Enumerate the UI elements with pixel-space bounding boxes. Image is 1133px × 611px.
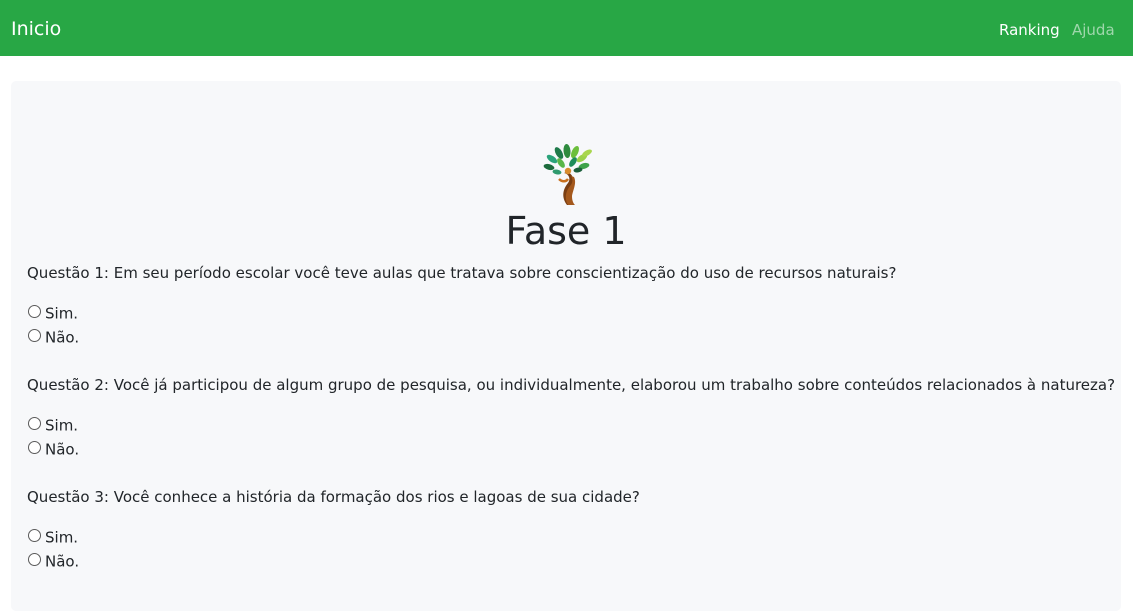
nav-link-ajuda[interactable]: Ajuda [1072,19,1115,41]
nav-link-ranking[interactable]: Ranking [999,19,1060,41]
question-1-option-sim[interactable]: Sim. [28,303,78,323]
option-label: Sim. [45,416,79,435]
radio-button[interactable] [28,305,41,318]
option-label: Não. [45,440,80,459]
question-2-option-sim[interactable]: Sim. [28,415,78,435]
option-label: Não. [45,328,80,347]
option-label: Não. [45,552,80,571]
radio-button[interactable] [28,529,41,542]
question-3-option-sim[interactable]: Sim. [28,527,78,547]
radio-button[interactable] [28,329,41,342]
radio-button[interactable] [28,417,41,430]
question-3-text: Questão 3: Você conhece a história da fo… [27,488,640,506]
quiz-panel: Fase 1 Questão 1: Em seu período escolar… [11,81,1121,611]
option-label: Sim. [45,528,79,547]
question-3-option-nao[interactable]: Não. [28,551,79,571]
question-2-option-nao[interactable]: Não. [28,439,79,459]
option-label: Sim. [45,304,79,323]
phase-title: Fase 1 [505,209,627,253]
radio-button[interactable] [28,553,41,566]
question-1-option-nao[interactable]: Não. [28,327,79,347]
brand-home-link[interactable]: Inicio [11,16,61,42]
top-navbar: Inicio Ranking Ajuda [0,0,1133,56]
tree-logo-icon [543,144,592,205]
question-1-text: Questão 1: Em seu período escolar você t… [27,264,897,282]
question-2-text: Questão 2: Você já participou de algum g… [27,376,1116,394]
radio-button[interactable] [28,441,41,454]
